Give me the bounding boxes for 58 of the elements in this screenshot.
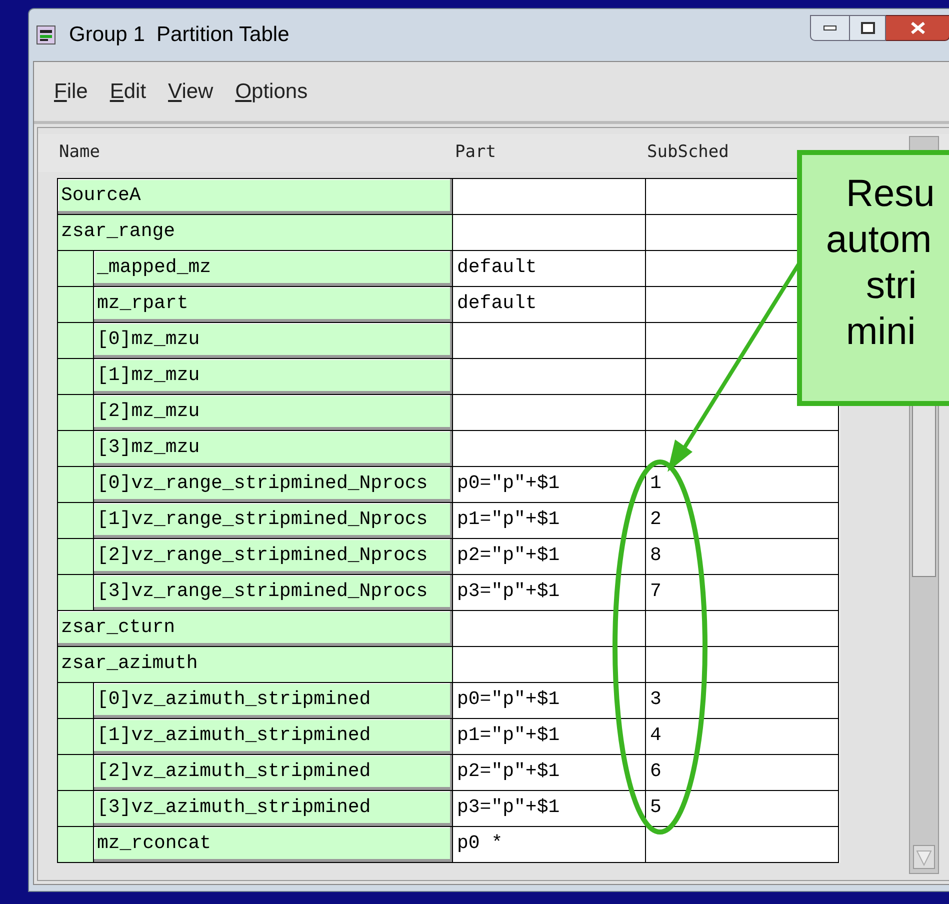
table-cell: p3="p"+$1	[453, 575, 646, 611]
table-cell: 1	[646, 467, 839, 503]
name-cell[interactable]: [2]vz_range_stripmined_Nprocs	[94, 539, 453, 575]
minimize-button[interactable]	[810, 15, 850, 41]
menu-item[interactable]: File	[54, 76, 88, 108]
table-cell: default	[453, 287, 646, 323]
window-app-icon	[35, 24, 57, 46]
callout-text: autom	[826, 219, 932, 261]
table-cell: p2="p"+$1	[453, 539, 646, 575]
table-cell: p3="p"+$1	[453, 791, 646, 827]
name-cell[interactable]: [0]vz_azimuth_stripmined	[94, 683, 453, 719]
table-cell: 7	[646, 575, 839, 611]
scrollbar-thumb[interactable]	[912, 405, 936, 577]
minimize-icon	[823, 25, 837, 31]
tree-node-cell[interactable]: zsar_range	[58, 215, 453, 251]
table-cell: 3	[646, 683, 839, 719]
window-title: Group 1 Partition Table	[69, 22, 290, 48]
name-cell[interactable]: [2]mz_mzu	[94, 395, 453, 431]
table-cell: p0="p"+$1	[453, 683, 646, 719]
column-header[interactable]: Part	[455, 142, 496, 162]
column-header[interactable]: SubSched	[647, 142, 729, 162]
menu-item[interactable]: Edit	[110, 76, 146, 108]
name-cell[interactable]: [0]vz_range_stripmined_Nprocs	[94, 467, 453, 503]
tree-node-cell[interactable]: zsar_azimuth	[58, 647, 453, 683]
callout-text: stri	[866, 265, 917, 307]
name-cell[interactable]: mz_rpart	[94, 287, 453, 323]
menu-item[interactable]: Options	[235, 76, 308, 108]
name-cell[interactable]: [3]vz_azimuth_stripmined	[94, 791, 453, 827]
callout-text: mini	[846, 311, 916, 353]
close-button[interactable]	[886, 15, 949, 41]
table-cell: 2	[646, 503, 839, 539]
name-cell[interactable]: [3]mz_mzu	[94, 431, 453, 467]
close-icon	[910, 21, 926, 35]
menu-item[interactable]: View	[168, 76, 214, 108]
name-cell[interactable]: mz_rconcat	[94, 827, 453, 863]
name-cell[interactable]: [1]vz_range_stripmined_Nprocs	[94, 503, 453, 539]
name-cell[interactable]: zsar_cturn	[58, 611, 453, 647]
table-cell: p2="p"+$1	[453, 755, 646, 791]
table-cell: 4	[646, 719, 839, 755]
table-cell: 8	[646, 539, 839, 575]
name-cell[interactable]: SourceA	[58, 179, 453, 215]
maximize-button[interactable]	[850, 15, 886, 41]
name-cell[interactable]: [3]vz_range_stripmined_Nprocs	[94, 575, 453, 611]
maximize-icon	[860, 22, 874, 34]
name-cell[interactable]: [2]vz_azimuth_stripmined	[94, 755, 453, 791]
table-cell: p1="p"+$1	[453, 719, 646, 755]
callout-text: Resu	[846, 173, 935, 215]
table-cell: p0="p"+$1	[453, 467, 646, 503]
table-cell: 5	[646, 791, 839, 827]
name-cell[interactable]: _mapped_mz	[94, 251, 453, 287]
column-header[interactable]: Name	[59, 142, 100, 162]
table-cell: default	[453, 251, 646, 287]
name-cell[interactable]: [0]mz_mzu	[94, 323, 453, 359]
table-cell: p1="p"+$1	[453, 503, 646, 539]
table-cell: 6	[646, 755, 839, 791]
table-cell: p0 *	[453, 827, 646, 863]
name-cell[interactable]: [1]vz_azimuth_stripmined	[94, 719, 453, 755]
name-cell[interactable]: [1]mz_mzu	[94, 359, 453, 395]
